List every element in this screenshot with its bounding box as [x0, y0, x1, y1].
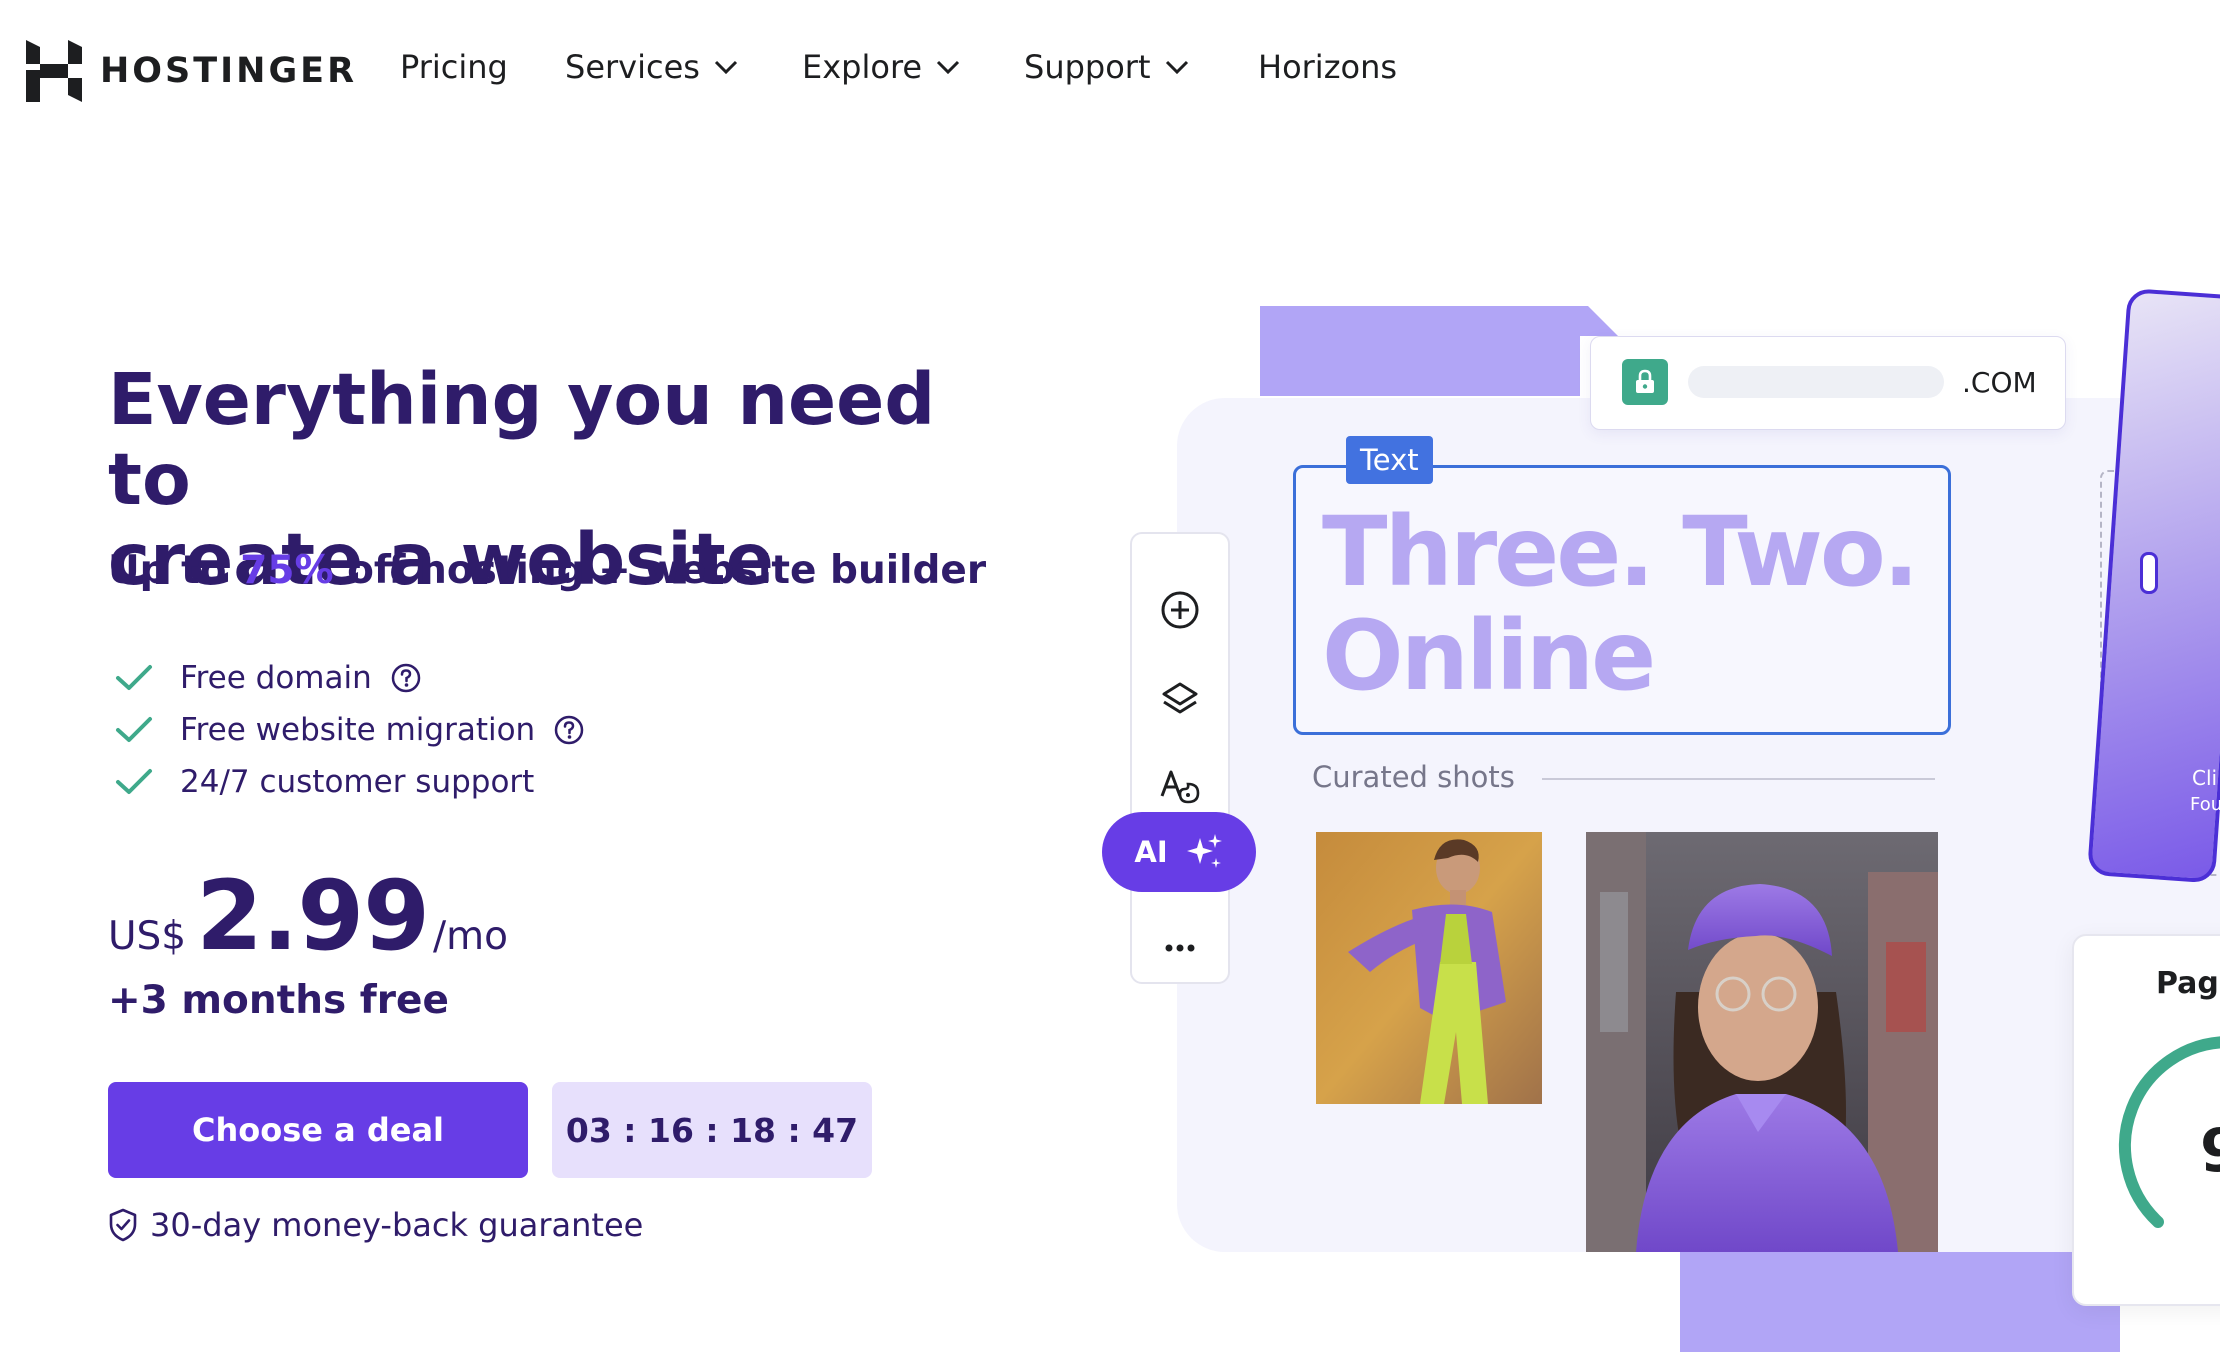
chevron-down-icon	[937, 60, 960, 74]
ai-assistant-button[interactable]: AI	[1102, 812, 1256, 892]
nav-horizons[interactable]: Horizons	[1258, 48, 1397, 86]
subtitle-suffix: off hosting + website builder	[333, 548, 987, 593]
check-icon	[116, 665, 152, 690]
layers-icon	[1162, 682, 1198, 714]
subtitle-prefix: Up to	[108, 548, 241, 593]
price-period: /mo	[432, 914, 508, 959]
check-icon	[116, 717, 152, 742]
feature-item: Free website migration	[114, 704, 585, 756]
feature-item: Free domain	[114, 652, 585, 704]
feature-label: Free domain	[180, 660, 372, 696]
more-horizontal-icon	[1165, 944, 1195, 952]
hostinger-logo-icon	[26, 40, 82, 102]
editor-toolbar	[1130, 532, 1230, 984]
text-block-tag: Text	[1346, 436, 1433, 484]
subtitle-discount: 75%	[240, 548, 334, 593]
decor-wedge	[1680, 1252, 1800, 1352]
help-circle-icon[interactable]	[553, 714, 585, 746]
feature-label: 24/7 customer support	[180, 764, 535, 800]
guarantee-text: 30-day money-back guarantee	[150, 1206, 644, 1244]
photo-fashion-model	[1316, 832, 1542, 1104]
page-speed-title: Page	[2156, 966, 2220, 1001]
hero-subtitle: Up to 75% off hosting + website builder	[108, 548, 986, 593]
check-icon	[116, 769, 152, 794]
countdown-timer: 03 : 16 : 18 : 47	[552, 1082, 872, 1178]
more-options-button[interactable]	[1152, 920, 1208, 976]
nav-pricing[interactable]: Pricing	[400, 48, 508, 86]
lock-badge	[1622, 359, 1668, 405]
style-button[interactable]	[1152, 760, 1208, 816]
chevron-down-icon	[1165, 60, 1188, 74]
bonus-text: +3 months free	[108, 978, 449, 1023]
price-amount: 2.99	[196, 860, 430, 972]
sparkles-icon	[1186, 834, 1222, 868]
lock-icon	[1636, 369, 1654, 393]
decor-corner	[1578, 306, 1618, 336]
ai-label: AI	[1134, 835, 1168, 869]
chevron-down-icon	[714, 60, 737, 74]
headline-line1: Three. Two.	[1322, 496, 1919, 608]
resize-handle[interactable]	[2140, 552, 2158, 594]
nav-horizons-label: Horizons	[1258, 48, 1398, 86]
add-element-button[interactable]	[1152, 582, 1208, 638]
guarantee: 30-day money-back guarantee	[108, 1206, 643, 1244]
choose-deal-button[interactable]: Choose a deal	[108, 1082, 528, 1178]
brand-name: HOSTINGER	[100, 51, 358, 91]
feature-list: Free domain Free website migration 24/7 …	[114, 652, 585, 808]
divider	[1542, 778, 1935, 780]
phone-caption: Fou	[2190, 794, 2220, 815]
decor-block	[1260, 306, 1580, 396]
feature-label: Free website migration	[180, 712, 536, 748]
photo-woman-beanie	[1586, 832, 1938, 1252]
price: US$ 2.99 /mo	[108, 860, 508, 972]
price-currency: US$	[108, 914, 187, 959]
plus-circle-icon	[1161, 591, 1199, 629]
nav-services-label: Services	[565, 48, 700, 86]
help-circle-icon[interactable]	[390, 662, 422, 694]
nav-explore[interactable]: Explore	[802, 48, 960, 86]
nav-support[interactable]: Support	[1024, 48, 1189, 86]
layers-button[interactable]	[1152, 672, 1208, 728]
brand-logo[interactable]: HOSTINGER	[26, 40, 357, 102]
headline-line2: Online	[1322, 600, 1656, 712]
hero-title-line1: Everything you need to	[108, 358, 936, 521]
phone-caption: Cli	[2192, 766, 2218, 790]
headline-preview: Three. Two. Online	[1322, 496, 1919, 712]
shield-check-icon	[109, 1208, 137, 1242]
nav-pricing-label: Pricing	[400, 48, 508, 86]
nav-services[interactable]: Services	[565, 48, 738, 86]
curated-label: Curated shots	[1312, 760, 1515, 794]
feature-item: 24/7 customer support	[114, 756, 585, 808]
domain-input-placeholder	[1688, 366, 1944, 398]
nav-explore-label: Explore	[802, 48, 923, 86]
nav-support-label: Support	[1024, 48, 1151, 86]
page-speed-score: 9	[2200, 1116, 2220, 1186]
domain-tld: .COM	[1962, 366, 2037, 399]
text-style-icon	[1160, 770, 1200, 804]
